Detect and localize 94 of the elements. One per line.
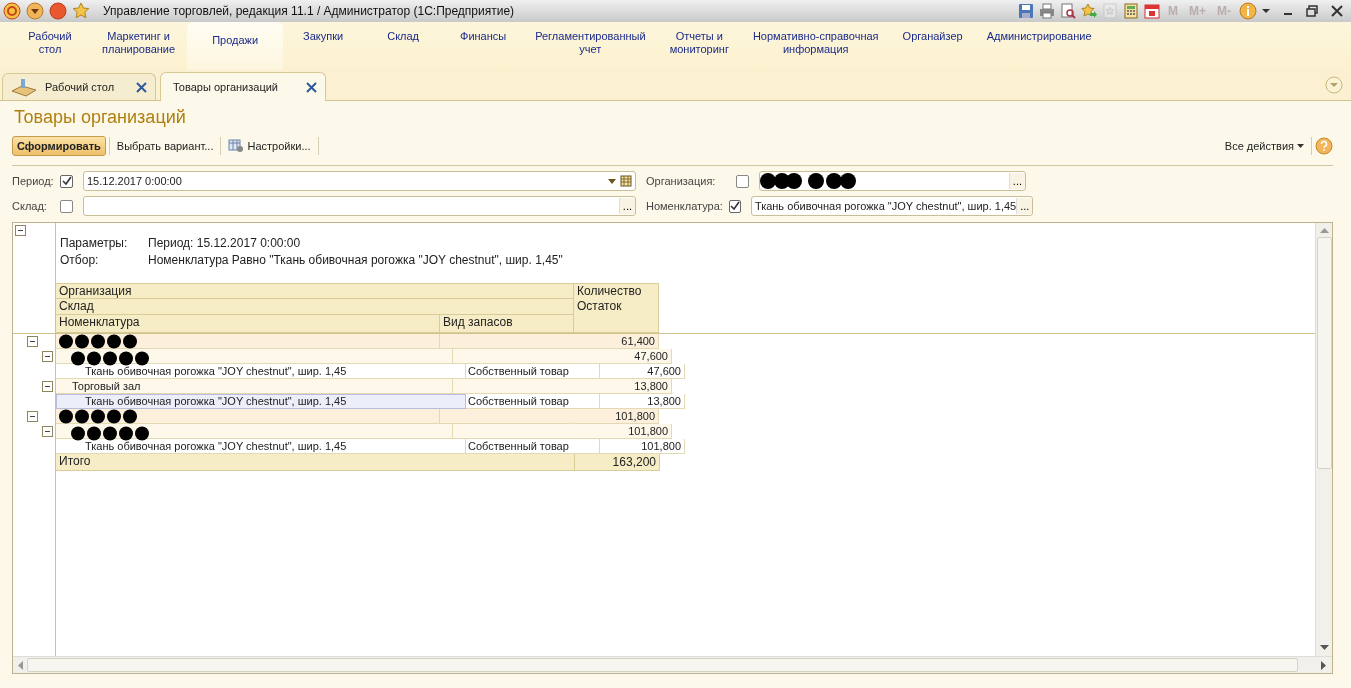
window-title: Управление торговлей, редакция 11.1 / Администратор (1С:Предприятие) xyxy=(103,4,515,18)
info-icon[interactable] xyxy=(1239,2,1257,20)
choose-button[interactable]: ... xyxy=(618,198,635,214)
parameter-label: Отбор: xyxy=(60,253,100,267)
caret-icon[interactable] xyxy=(1262,8,1270,14)
scroll-down-icon[interactable] xyxy=(1319,645,1329,651)
checkbox[interactable] xyxy=(728,199,741,213)
horizontal-scrollbar[interactable] xyxy=(13,656,1332,673)
page-tab[interactable]: Рабочий стол xyxy=(2,73,156,100)
collapse-icon[interactable] xyxy=(15,225,26,236)
save-icon[interactable] xyxy=(1018,3,1034,19)
table-cell: 101,800 xyxy=(574,409,659,424)
collapse-icon[interactable] xyxy=(42,351,53,362)
table-cell: 47,600 xyxy=(600,364,685,379)
calendar-icon[interactable] xyxy=(1144,3,1160,19)
caret-icon xyxy=(1297,143,1304,149)
section-tab[interactable]: Нормативно-справочная информация xyxy=(740,22,891,70)
section-tab[interactable]: Органайзер xyxy=(890,22,975,70)
section-tab[interactable]: Регламентированный учет xyxy=(523,22,658,70)
table-cell: 47,600 xyxy=(587,349,672,364)
table-cell: Ткань обивочная рогожка "JOY chestnut", шир. 1,45 xyxy=(56,394,466,409)
collapse-icon[interactable] xyxy=(42,381,53,392)
calendar-icon[interactable] xyxy=(620,175,632,187)
close-icon[interactable] xyxy=(1331,5,1343,17)
input-field[interactable]: Ткань обивочная рогожка "JOY chestnut", шир. 1,45 ... xyxy=(750,196,1034,216)
parameter-value: Номенклатура Равно "Ткань обивочная рогожка "JOY chestnut", шир. 1,45" xyxy=(148,253,563,267)
table-cell: 61,400 xyxy=(574,334,659,349)
star-arrow-icon[interactable] xyxy=(1081,3,1097,19)
section-tab[interactable]: Склад xyxy=(363,22,444,70)
close-icon[interactable] xyxy=(136,81,147,93)
total-label: Итого xyxy=(56,454,575,471)
table-cell: Торговый зал xyxy=(56,379,453,394)
checkbox[interactable] xyxy=(736,174,749,188)
form-title: Товары организаций xyxy=(13,107,187,129)
table-cell: Собственный товар xyxy=(466,439,600,454)
choose-button[interactable]: ... xyxy=(1008,173,1025,189)
collapse-icon[interactable] xyxy=(27,336,38,347)
checkbox[interactable] xyxy=(60,199,73,213)
table-gear-icon xyxy=(228,139,245,153)
circle-icon[interactable] xyxy=(49,2,67,20)
generate-button[interactable]: Сформировать xyxy=(12,136,106,156)
filter-label: Номенклатура: xyxy=(646,200,723,212)
filter-label: Организация: xyxy=(646,175,717,187)
input-field[interactable]: ... xyxy=(759,171,1026,191)
table-cell: 13,800 xyxy=(587,379,672,394)
total-value: 163,200 xyxy=(575,454,660,471)
column-header: Количество Остаток xyxy=(574,283,659,333)
preview-icon[interactable] xyxy=(1060,3,1076,19)
table-cell: 13,800 xyxy=(600,394,685,409)
desk-icon xyxy=(11,77,37,97)
section-tab[interactable]: Маркетинг и планирование xyxy=(90,22,188,70)
tab-label: Товары организаций xyxy=(173,81,279,93)
table-cell: 101,800 xyxy=(600,439,685,454)
table-cell: Ткань обивочная рогожка "JOY chestnut", шир. 1,45 xyxy=(56,364,466,379)
settings-button[interactable]: Настройки... xyxy=(224,136,315,156)
collapse-icon[interactable] xyxy=(27,411,38,422)
section-tab[interactable]: Рабочий стол xyxy=(10,22,90,70)
checkbox[interactable] xyxy=(60,174,73,188)
input-field[interactable]: ... xyxy=(83,196,636,216)
print-icon[interactable] xyxy=(1039,3,1055,19)
dropdown-icon[interactable] xyxy=(607,176,617,186)
variant-button[interactable]: Выбрать вариант... xyxy=(112,137,218,155)
menu-icon[interactable] xyxy=(26,2,44,20)
scroll-right-icon[interactable] xyxy=(1321,660,1327,670)
parameter-label: Параметры: xyxy=(60,236,129,250)
table-cell: Ткань обивочная рогожка "JOY chestnut", шир. 1,45 xyxy=(56,439,466,454)
parameter-value: Период: 15.12.2017 0:00:00 xyxy=(148,236,301,250)
section-tab[interactable]: Администрирование xyxy=(974,22,1104,70)
filter-label: Склад: xyxy=(12,200,48,212)
column-header: Вид запасов xyxy=(440,315,574,333)
table-cell: 101,800 xyxy=(587,424,672,439)
calculator-icon[interactable] xyxy=(1123,3,1139,19)
table-cell: Собственный товар xyxy=(466,364,600,379)
section-tab[interactable]: Продажи xyxy=(187,22,284,70)
section-tab[interactable]: Закупки xyxy=(283,22,364,70)
section-tab[interactable]: Финансы xyxy=(443,22,524,70)
collapse-icon[interactable] xyxy=(42,426,53,437)
app-logo-icon[interactable] xyxy=(3,2,21,20)
filter-label: Период: xyxy=(12,175,54,187)
input-field[interactable]: 15.12.2017 0:00:00 xyxy=(83,171,636,191)
all-actions-button[interactable]: Все действия xyxy=(1220,137,1308,155)
close-icon[interactable] xyxy=(306,81,317,93)
section-tab[interactable]: Отчеты и мониторинг xyxy=(657,22,741,70)
star-icon[interactable] xyxy=(72,2,90,20)
restore-icon[interactable] xyxy=(1306,5,1318,17)
vertical-scrollbar[interactable] xyxy=(1315,223,1332,656)
tab-label: Рабочий стол xyxy=(45,81,116,93)
help-icon[interactable] xyxy=(1315,137,1333,155)
page-tab[interactable]: Товары организаций xyxy=(160,72,326,101)
column-header: Склад xyxy=(56,299,574,315)
column-header: Организация xyxy=(56,283,574,299)
column-header: Номенклатура xyxy=(56,315,440,333)
choose-button[interactable]: ... xyxy=(1016,198,1033,214)
table-cell: Собственный товар xyxy=(466,394,600,409)
